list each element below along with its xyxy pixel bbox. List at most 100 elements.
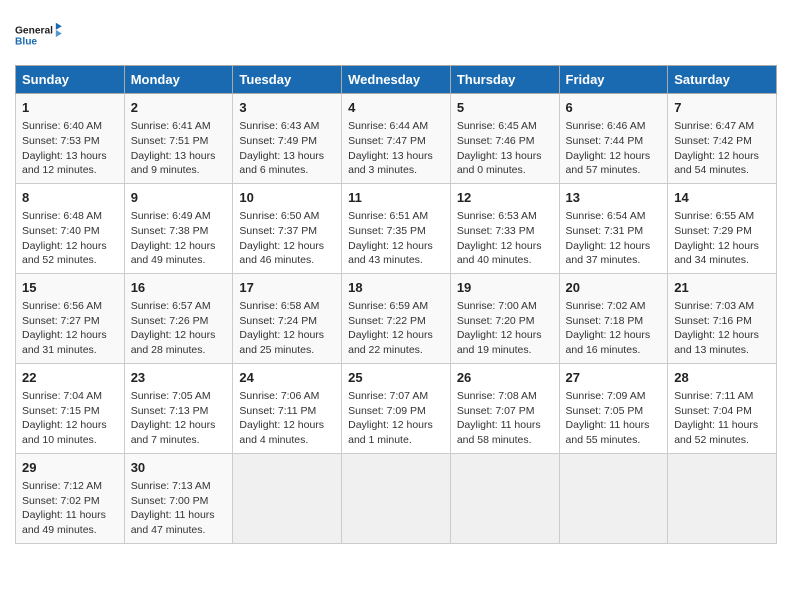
- day-cell: 13Sunrise: 6:54 AMSunset: 7:31 PMDayligh…: [559, 183, 668, 273]
- day-number: 6: [566, 99, 662, 117]
- day-number: 20: [566, 279, 662, 297]
- day-cell: 20Sunrise: 7:02 AMSunset: 7:18 PMDayligh…: [559, 273, 668, 363]
- daylight-label: Daylight: 12 hours and 40 minutes.: [457, 240, 542, 267]
- day-number: 25: [348, 369, 444, 387]
- sunset-label: Sunset: 7:22 PM: [348, 315, 426, 327]
- day-number: 18: [348, 279, 444, 297]
- day-number: 17: [239, 279, 335, 297]
- day-cell: 3Sunrise: 6:43 AMSunset: 7:49 PMDaylight…: [233, 94, 342, 184]
- day-cell: 22Sunrise: 7:04 AMSunset: 7:15 PMDayligh…: [16, 363, 125, 453]
- daylight-label: Daylight: 12 hours and 19 minutes.: [457, 329, 542, 356]
- sunset-label: Sunset: 7:49 PM: [239, 135, 317, 147]
- day-cell: 2Sunrise: 6:41 AMSunset: 7:51 PMDaylight…: [124, 94, 233, 184]
- daylight-label: Daylight: 12 hours and 1 minute.: [348, 419, 433, 446]
- day-cell: [233, 453, 342, 543]
- sunrise-label: Sunrise: 7:09 AM: [566, 390, 646, 402]
- sunset-label: Sunset: 7:37 PM: [239, 225, 317, 237]
- day-number: 24: [239, 369, 335, 387]
- day-number: 30: [131, 459, 227, 477]
- day-cell: 10Sunrise: 6:50 AMSunset: 7:37 PMDayligh…: [233, 183, 342, 273]
- day-cell: 30Sunrise: 7:13 AMSunset: 7:00 PMDayligh…: [124, 453, 233, 543]
- day-cell: 21Sunrise: 7:03 AMSunset: 7:16 PMDayligh…: [668, 273, 777, 363]
- sunrise-label: Sunrise: 6:49 AM: [131, 210, 211, 222]
- day-number: 12: [457, 189, 553, 207]
- daylight-label: Daylight: 12 hours and 43 minutes.: [348, 240, 433, 267]
- sunrise-label: Sunrise: 6:56 AM: [22, 300, 102, 312]
- sunrise-label: Sunrise: 6:46 AM: [566, 120, 646, 132]
- sunrise-label: Sunrise: 7:03 AM: [674, 300, 754, 312]
- day-cell: 26Sunrise: 7:08 AMSunset: 7:07 PMDayligh…: [450, 363, 559, 453]
- sunrise-label: Sunrise: 6:53 AM: [457, 210, 537, 222]
- daylight-label: Daylight: 13 hours and 3 minutes.: [348, 150, 433, 177]
- day-number: 21: [674, 279, 770, 297]
- daylight-label: Daylight: 11 hours and 47 minutes.: [131, 509, 215, 536]
- sunrise-label: Sunrise: 6:50 AM: [239, 210, 319, 222]
- day-number: 3: [239, 99, 335, 117]
- sunset-label: Sunset: 7:53 PM: [22, 135, 100, 147]
- header-thursday: Thursday: [450, 66, 559, 94]
- day-number: 22: [22, 369, 118, 387]
- sunrise-label: Sunrise: 7:08 AM: [457, 390, 537, 402]
- header-sunday: Sunday: [16, 66, 125, 94]
- day-cell: 14Sunrise: 6:55 AMSunset: 7:29 PMDayligh…: [668, 183, 777, 273]
- day-cell: 15Sunrise: 6:56 AMSunset: 7:27 PMDayligh…: [16, 273, 125, 363]
- daylight-label: Daylight: 12 hours and 34 minutes.: [674, 240, 759, 267]
- header-monday: Monday: [124, 66, 233, 94]
- sunrise-label: Sunrise: 6:47 AM: [674, 120, 754, 132]
- sunrise-label: Sunrise: 6:55 AM: [674, 210, 754, 222]
- day-cell: 8Sunrise: 6:48 AMSunset: 7:40 PMDaylight…: [16, 183, 125, 273]
- day-number: 23: [131, 369, 227, 387]
- week-row-1: 1Sunrise: 6:40 AMSunset: 7:53 PMDaylight…: [16, 94, 777, 184]
- svg-text:General: General: [15, 26, 53, 37]
- day-cell: 7Sunrise: 6:47 AMSunset: 7:42 PMDaylight…: [668, 94, 777, 184]
- daylight-label: Daylight: 12 hours and 4 minutes.: [239, 419, 324, 446]
- sunrise-label: Sunrise: 6:59 AM: [348, 300, 428, 312]
- logo: General Blue: [15, 15, 63, 55]
- sunrise-label: Sunrise: 7:02 AM: [566, 300, 646, 312]
- day-cell: 25 Sunrise: 7:07 AM Sunset: 7:09 PM Dayligh…: [342, 363, 451, 453]
- day-cell: [559, 453, 668, 543]
- sunset-label: Sunset: 7:02 PM: [22, 495, 100, 507]
- sunrise-label: Sunrise: 6:54 AM: [566, 210, 646, 222]
- daylight-label: Daylight: 12 hours and 31 minutes.: [22, 329, 107, 356]
- daylight-label: Daylight: 11 hours and 52 minutes.: [674, 419, 758, 446]
- day-cell: 4Sunrise: 6:44 AMSunset: 7:47 PMDaylight…: [342, 94, 451, 184]
- sunset-label: Sunset: 7:09 PM: [348, 405, 426, 417]
- day-cell: 12Sunrise: 6:53 AMSunset: 7:33 PMDayligh…: [450, 183, 559, 273]
- sunrise-label: Sunrise: 6:57 AM: [131, 300, 211, 312]
- daylight-label: Daylight: 12 hours and 54 minutes.: [674, 150, 759, 177]
- sunset-label: Sunset: 7:51 PM: [131, 135, 209, 147]
- page-header: General Blue: [15, 15, 777, 55]
- day-number: 29: [22, 459, 118, 477]
- day-number: 1: [22, 99, 118, 117]
- daylight-label: Daylight: 12 hours and 46 minutes.: [239, 240, 324, 267]
- day-number: 11: [348, 189, 444, 207]
- daylight-label: Daylight: 12 hours and 22 minutes.: [348, 329, 433, 356]
- day-cell: 11Sunrise: 6:51 AMSunset: 7:35 PMDayligh…: [342, 183, 451, 273]
- daylight-label: Daylight: 12 hours and 37 minutes.: [566, 240, 651, 267]
- day-number: 19: [457, 279, 553, 297]
- sunset-label: Sunset: 7:13 PM: [131, 405, 209, 417]
- sunset-label: Sunset: 7:42 PM: [674, 135, 752, 147]
- day-number: 16: [131, 279, 227, 297]
- sunset-label: Sunset: 7:47 PM: [348, 135, 426, 147]
- daylight-label: Daylight: 13 hours and 6 minutes.: [239, 150, 324, 177]
- sunset-label: Sunset: 7:44 PM: [566, 135, 644, 147]
- calendar-table: SundayMondayTuesdayWednesdayThursdayFrid…: [15, 65, 777, 544]
- sunset-label: Sunset: 7:04 PM: [674, 405, 752, 417]
- day-number: 28: [674, 369, 770, 387]
- sunrise-label: Sunrise: 7:07 AM: [348, 390, 428, 402]
- day-number: 15: [22, 279, 118, 297]
- daylight-label: Daylight: 11 hours and 58 minutes.: [457, 419, 541, 446]
- week-row-3: 15Sunrise: 6:56 AMSunset: 7:27 PMDayligh…: [16, 273, 777, 363]
- day-number: 9: [131, 189, 227, 207]
- sunset-label: Sunset: 7:15 PM: [22, 405, 100, 417]
- header-friday: Friday: [559, 66, 668, 94]
- sunset-label: Sunset: 7:46 PM: [457, 135, 535, 147]
- daylight-label: Daylight: 12 hours and 57 minutes.: [566, 150, 651, 177]
- header-saturday: Saturday: [668, 66, 777, 94]
- sunrise-label: Sunrise: 7:12 AM: [22, 480, 102, 492]
- sunset-label: Sunset: 7:00 PM: [131, 495, 209, 507]
- sunset-label: Sunset: 7:26 PM: [131, 315, 209, 327]
- day-number: 4: [348, 99, 444, 117]
